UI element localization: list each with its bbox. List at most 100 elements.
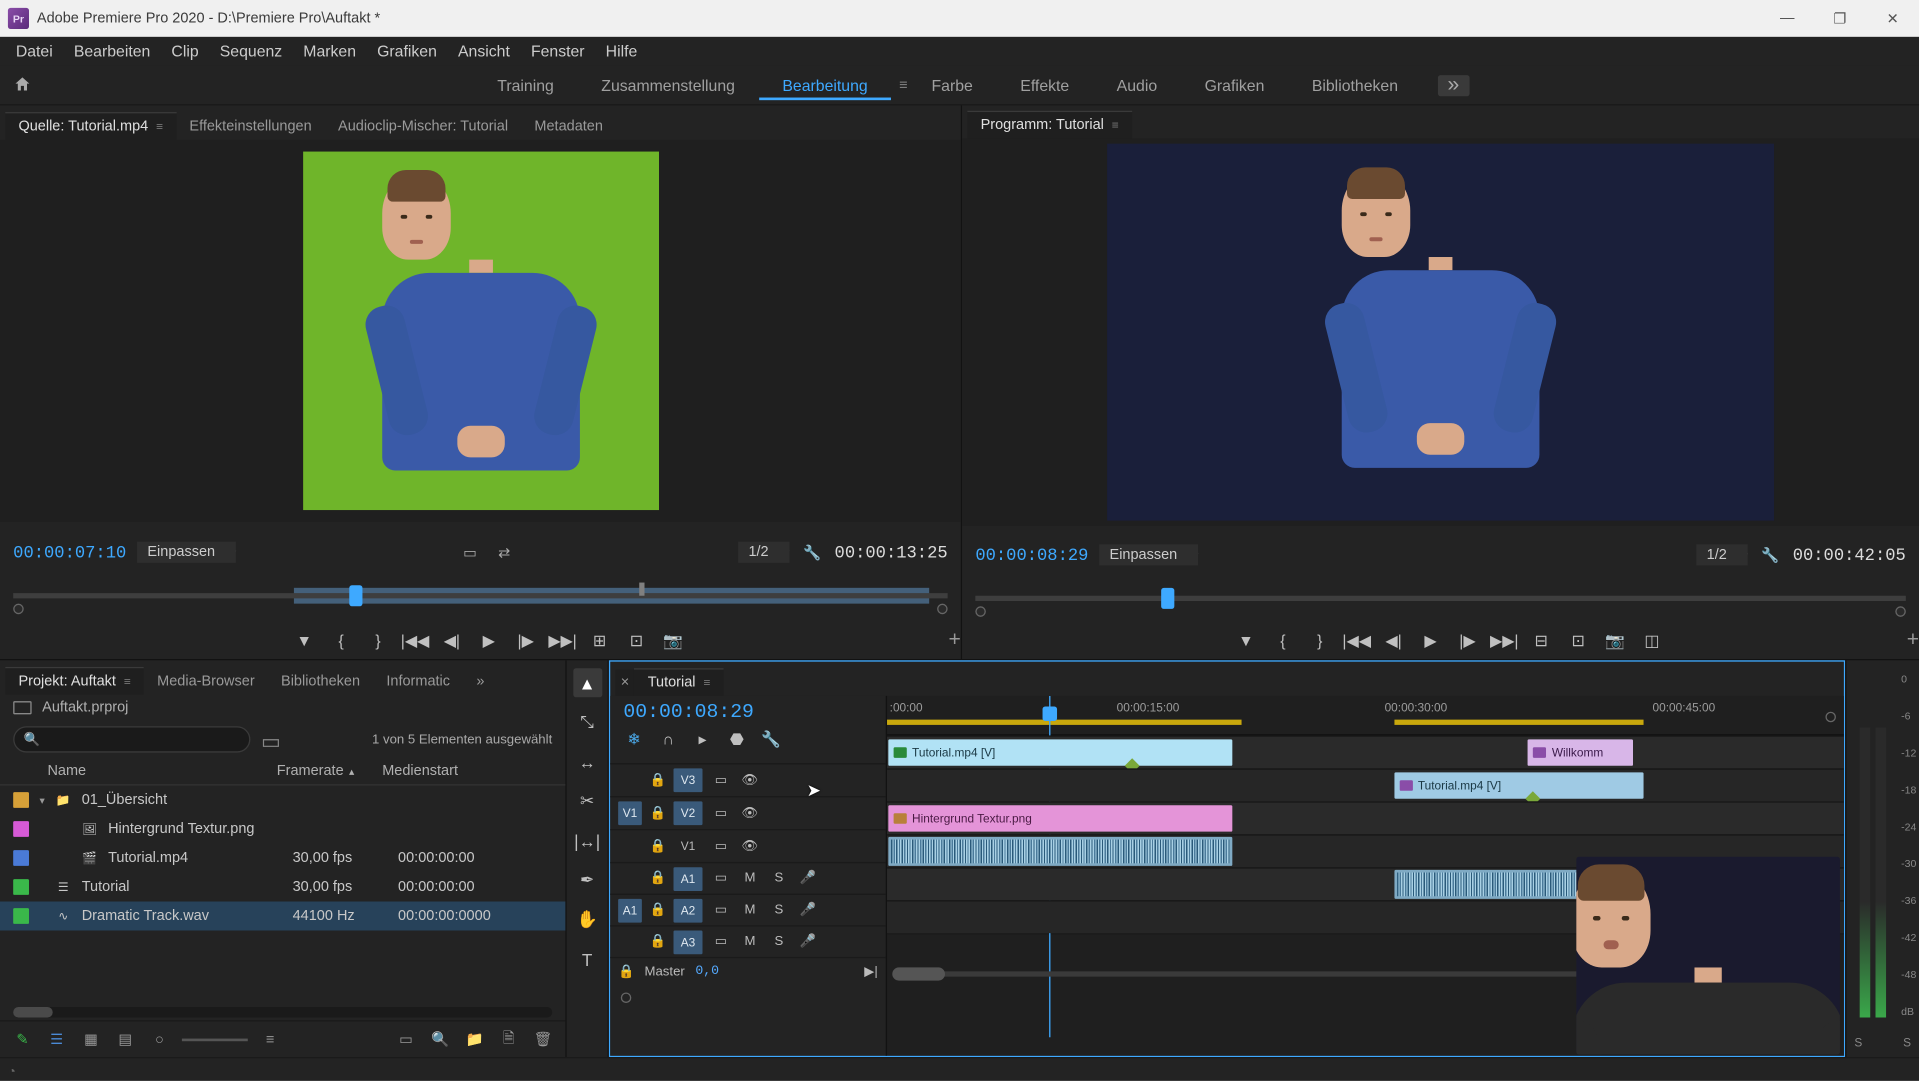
freeform-view-button[interactable]: ▤: [113, 1029, 137, 1050]
sync-lock-icon[interactable]: ▭: [710, 869, 731, 887]
program-monitor-view[interactable]: [962, 139, 1919, 526]
track-height-scroll[interactable]: [610, 986, 885, 1010]
panel-menu-icon[interactable]: ≡: [124, 675, 131, 688]
menu-clip[interactable]: Clip: [161, 40, 209, 64]
program-timecode-current[interactable]: 00:00:08:29: [975, 546, 1088, 566]
project-search-input[interactable]: [13, 726, 250, 752]
clip-willkomm[interactable]: Willkomm: [1528, 739, 1633, 765]
step-forward-button[interactable]: |▶: [511, 627, 540, 653]
ws-bibliotheken[interactable]: Bibliotheken: [1288, 71, 1422, 100]
clip-hintergrund[interactable]: Hintergrund Textur.png: [888, 805, 1232, 831]
expand-caret-icon[interactable]: ▾: [40, 794, 53, 806]
track-header-v2[interactable]: V1🔒 V2 ▭ 👁: [610, 796, 885, 829]
button-editor-icon[interactable]: +: [949, 629, 961, 653]
track-header-v1[interactable]: 🔒 V1 ▭ 👁: [610, 829, 885, 862]
voiceover-icon[interactable]: 🎤: [797, 869, 818, 887]
track-header-a1[interactable]: 🔒 A1 ▭ M S 🎤: [610, 862, 885, 894]
razor-tool[interactable]: ✂: [573, 787, 602, 816]
timeline-ruler[interactable]: :00:00 00:00:15:00 00:00:30:00 00:00:45:…: [887, 696, 1844, 736]
menu-bearbeiten[interactable]: Bearbeiten: [63, 40, 161, 64]
maximize-button[interactable]: ❐: [1814, 0, 1867, 37]
menu-marken[interactable]: Marken: [293, 40, 367, 64]
add-marker-icon[interactable]: ▸: [692, 729, 713, 750]
play-button[interactable]: ▶: [1416, 628, 1445, 654]
selection-tool[interactable]: ▲: [573, 668, 602, 697]
mark-in-button[interactable]: ▼: [290, 627, 319, 653]
menu-ansicht[interactable]: Ansicht: [447, 40, 520, 64]
mark-in-button[interactable]: ▼: [1231, 628, 1260, 654]
panel-menu-icon[interactable]: ≡: [1112, 119, 1119, 132]
write-mode-icon[interactable]: ✎: [11, 1029, 35, 1050]
bin-row[interactable]: ▾ 📁 01_Übersicht: [0, 786, 565, 815]
ws-effekte[interactable]: Effekte: [997, 71, 1093, 100]
menu-fenster[interactable]: Fenster: [520, 40, 595, 64]
tab-bibliotheken[interactable]: Bibliotheken: [268, 668, 373, 694]
master-row[interactable]: 🔒 Master 0,0 ▶|: [610, 957, 885, 986]
solo-button[interactable]: S: [768, 901, 789, 919]
goto-in-button[interactable]: |◀◀: [400, 627, 429, 653]
goto-out-button[interactable]: ▶▶|: [1490, 628, 1519, 654]
find-icon[interactable]: 🔍: [428, 1029, 452, 1050]
slip-tool[interactable]: |↔|: [573, 826, 602, 855]
sync-lock-icon[interactable]: ▭: [710, 804, 731, 822]
solo-right-icon[interactable]: S: [1903, 1036, 1911, 1049]
item-row[interactable]: 🖼 Hintergrund Textur.png: [0, 815, 565, 844]
lock-icon[interactable]: 🔒: [650, 773, 666, 787]
lock-icon[interactable]: 🔒: [650, 871, 666, 885]
solo-button[interactable]: S: [768, 932, 789, 950]
automate-to-sequence-icon[interactable]: ▭: [394, 1029, 418, 1050]
ws-bearbeitung-menu-icon[interactable]: ≡: [899, 77, 907, 93]
source-monitor-view[interactable]: [0, 140, 961, 522]
lock-icon[interactable]: 🔒: [650, 903, 666, 917]
comparison-view-button[interactable]: ◫: [1637, 628, 1666, 654]
solo-button[interactable]: S: [768, 869, 789, 887]
lock-icon[interactable]: 🔒: [650, 806, 666, 820]
export-frame-button[interactable]: 📷: [659, 627, 688, 653]
clip-tutorial-v3[interactable]: Tutorial.mp4 [V]: [888, 739, 1232, 765]
new-bin-button[interactable]: 📁: [463, 1029, 487, 1050]
tab-info[interactable]: Informatic: [373, 668, 463, 694]
ws-farbe[interactable]: Farbe: [908, 71, 997, 100]
skip-icon[interactable]: ▶|: [864, 965, 878, 979]
step-back-button[interactable]: ◀|: [437, 627, 466, 653]
item-row[interactable]: 🎬 Tutorial.mp4 30,00 fps 00:00:00:00: [0, 844, 565, 873]
track-header-a2[interactable]: A1🔒 A2 ▭ M S 🎤: [610, 894, 885, 926]
tab-programm[interactable]: Programm: Tutorial≡: [967, 111, 1131, 139]
mute-button[interactable]: M: [739, 932, 760, 950]
list-view-button[interactable]: ☰: [45, 1029, 69, 1050]
sync-lock-icon[interactable]: ▭: [710, 837, 731, 855]
ws-bearbeitung[interactable]: Bearbeitung: [759, 71, 892, 100]
sync-lock-icon[interactable]: ▭: [710, 932, 731, 950]
tab-media-browser[interactable]: Media-Browser: [144, 668, 268, 694]
ws-overflow-button[interactable]: »: [1438, 74, 1470, 95]
play-button[interactable]: ▶: [474, 627, 503, 653]
pen-tool[interactable]: ✒: [573, 866, 602, 895]
mute-button[interactable]: M: [739, 901, 760, 919]
eye-icon[interactable]: 👁: [739, 804, 760, 822]
lift-button[interactable]: ⊟: [1527, 628, 1556, 654]
menu-grafiken[interactable]: Grafiken: [367, 40, 448, 64]
source-comparison-icon[interactable]: ⇄: [492, 540, 516, 564]
ws-audio[interactable]: Audio: [1093, 71, 1181, 100]
menu-hilfe[interactable]: Hilfe: [595, 40, 648, 64]
mute-button[interactable]: M: [739, 869, 760, 887]
type-tool[interactable]: T: [573, 945, 602, 974]
marker-icon[interactable]: ⬣: [726, 729, 747, 750]
sync-lock-icon[interactable]: ▭: [710, 771, 731, 789]
timeline-zoom-end-icon[interactable]: [1825, 712, 1836, 723]
eye-icon[interactable]: 👁: [739, 837, 760, 855]
ripple-edit-tool[interactable]: ↔: [573, 747, 602, 776]
source-resolution-select[interactable]: 1/2: [738, 542, 790, 563]
source-settings-icon[interactable]: 🔧: [800, 540, 824, 564]
ws-training[interactable]: Training: [474, 71, 578, 100]
extract-button[interactable]: ⊡: [1564, 628, 1593, 654]
source-scrubber[interactable]: [13, 583, 947, 623]
timeline-settings-icon[interactable]: 🔧: [760, 729, 781, 750]
menu-sequenz[interactable]: Sequenz: [209, 40, 293, 64]
button-editor-icon[interactable]: +: [1907, 629, 1919, 653]
track-header-v3[interactable]: 🔒 V3 ▭ 👁: [610, 763, 885, 796]
tab-overflow[interactable]: »: [463, 668, 497, 694]
sync-lock-icon[interactable]: ▭: [710, 901, 731, 919]
delete-button[interactable]: 🗑: [531, 1029, 555, 1050]
program-settings-icon[interactable]: 🔧: [1758, 544, 1782, 568]
